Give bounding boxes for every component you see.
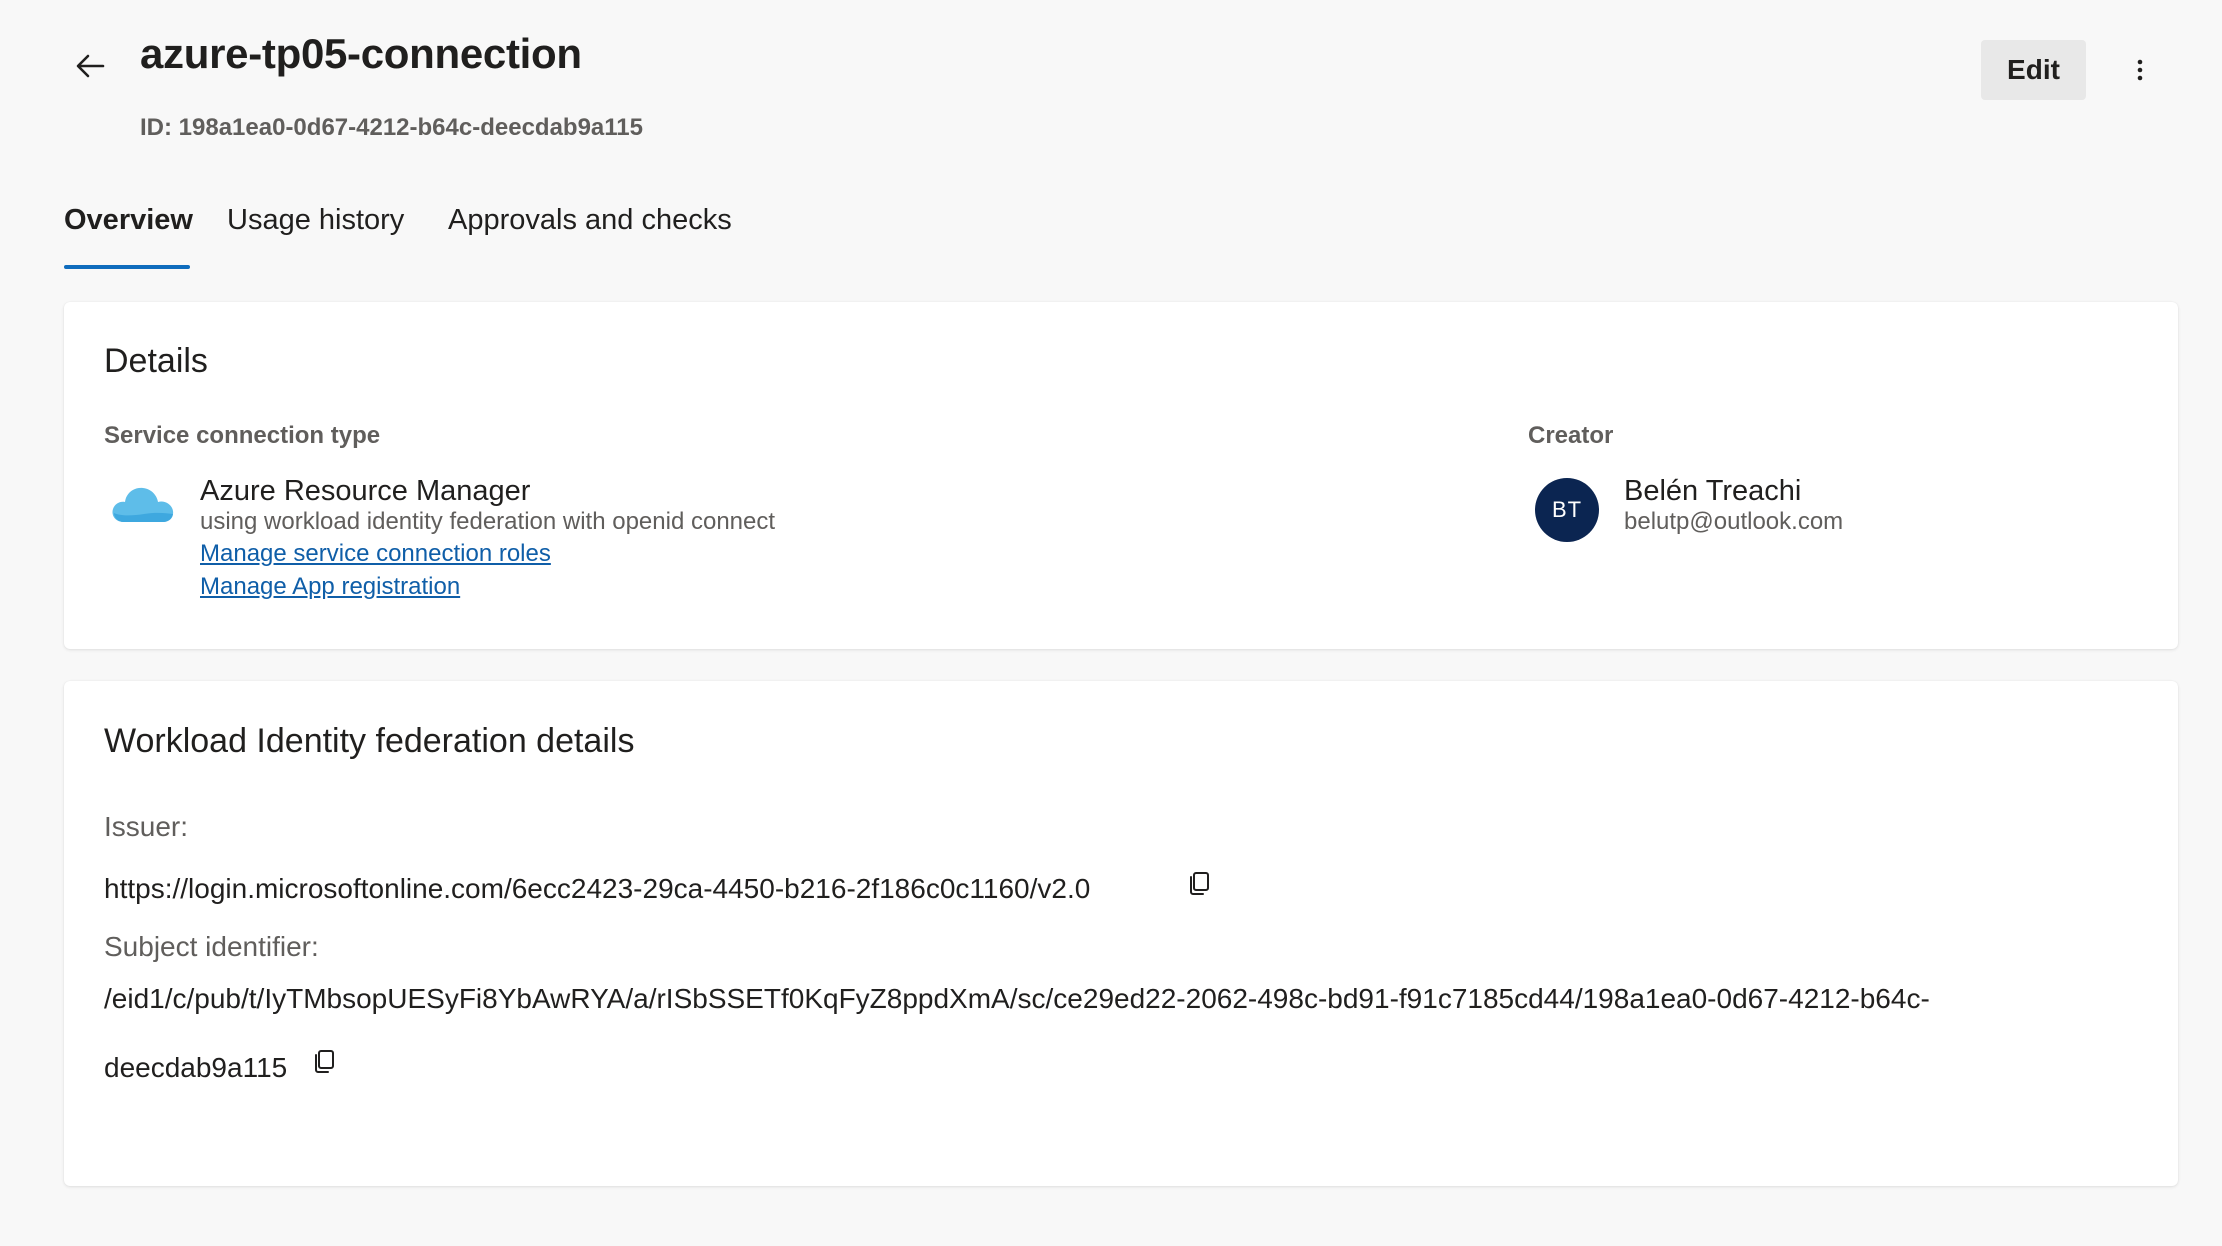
azure-cloud-icon — [110, 478, 176, 528]
copy-icon — [315, 1050, 334, 1073]
subject-identifier-value-continued: deecdab9a115 — [104, 1052, 288, 1083]
edit-button[interactable]: Edit — [1981, 40, 2086, 100]
service-connection-type-label: Service connection type — [104, 422, 381, 449]
arrow-left-icon — [76, 54, 105, 78]
subject-identifier-label: Subject identifier: — [104, 931, 319, 962]
more-options-button[interactable] — [2118, 48, 2162, 92]
copy-issuer-button[interactable] — [1183, 868, 1215, 900]
service-type-name: Azure Resource Manager — [200, 475, 531, 507]
more-vertical-icon — [2137, 59, 2143, 81]
creator-label: Creator — [1528, 422, 1614, 449]
workload-identity-heading: Workload Identity federation details — [104, 722, 635, 760]
copy-subject-identifier-button[interactable] — [308, 1046, 340, 1078]
copy-icon — [1190, 872, 1209, 895]
manage-service-connection-roles-link[interactable]: Manage service connection roles — [200, 540, 551, 568]
creator-email: belutp@outlook.com — [1624, 508, 1844, 535]
service-type-description: using workload identity federation with … — [200, 508, 776, 535]
issuer-value: https://login.microsoftonline.com/6ecc24… — [104, 873, 1091, 904]
active-tab-indicator — [64, 265, 190, 269]
tab-approvals-and-checks[interactable]: Approvals and checks — [448, 204, 732, 237]
connection-id: ID: 198a1ea0-0d67-4212-b64c-deecdab9a115 — [140, 114, 643, 141]
details-heading: Details — [104, 342, 208, 380]
tab-usage-history[interactable]: Usage history — [227, 204, 404, 237]
avatar: BT — [1535, 478, 1599, 542]
tab-overview[interactable]: Overview — [64, 204, 193, 237]
page-title: azure-tp05-connection — [140, 30, 582, 77]
issuer-label: Issuer: — [104, 811, 189, 842]
back-button[interactable] — [64, 44, 116, 88]
subject-identifier-value: /eid1/c/pub/t/IyTMbsopUESyFi8YbAwRYA/a/r… — [104, 983, 1930, 1014]
manage-app-registration-link[interactable]: Manage App registration — [200, 573, 460, 601]
creator-name: Belén Treachi — [1624, 475, 1802, 507]
